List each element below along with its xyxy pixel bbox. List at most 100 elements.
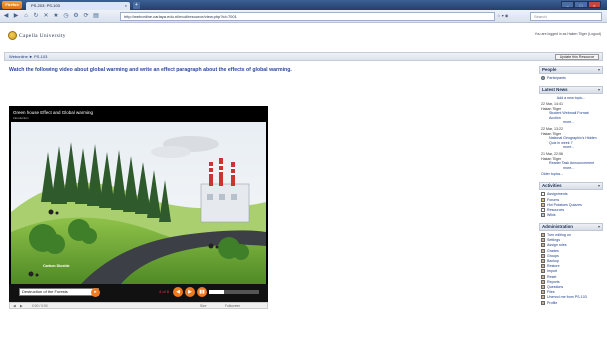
sidebar-item-admin[interactable]: Reset bbox=[541, 274, 601, 279]
sidebar-item-admin[interactable]: Files bbox=[541, 290, 601, 295]
window-controls: – □ × bbox=[561, 1, 601, 9]
sidebar-item-forums[interactable]: Forums bbox=[541, 197, 601, 202]
page-icon[interactable]: ▤ bbox=[93, 13, 99, 20]
assignment-icon bbox=[541, 192, 545, 197]
sidebar-item-label: Participants bbox=[547, 76, 566, 80]
activities-block: Activities ▾ Assignments Forums Hot Pota… bbox=[539, 182, 603, 218]
address-bar[interactable]: http://webonline.carlaya.edu.nl/mod/reso… bbox=[120, 12, 495, 21]
history-icon[interactable]: ◷ bbox=[63, 13, 69, 20]
rss-icon[interactable]: ◉ bbox=[505, 13, 509, 18]
news-item: 21 Mar, 22:56 Hakan Tilger Reader Task A… bbox=[541, 152, 601, 170]
breadcrumb[interactable]: Webonline ► PS-103 bbox=[9, 54, 47, 60]
collapse-icon[interactable]: ▾ bbox=[598, 67, 600, 73]
update-resource-button[interactable]: Update this Resource bbox=[555, 54, 599, 60]
collapse-icon[interactable]: ▾ bbox=[598, 183, 600, 189]
block-title: Latest News ▾ bbox=[539, 86, 603, 94]
refresh-icon[interactable]: ⟳ bbox=[83, 13, 89, 20]
sidebar-item-label: Turn editing on bbox=[547, 233, 571, 238]
sidebar-item-quizzes[interactable]: Hot Potatoes Quizzes bbox=[541, 202, 601, 207]
admin-item-icon bbox=[541, 248, 545, 253]
breadcrumb-bar: Webonline ► PS-103 Update this Resource bbox=[4, 52, 603, 61]
stop-icon[interactable]: ✕ bbox=[43, 13, 49, 20]
login-info[interactable]: You are logged in as Haken Tilger (Logou… bbox=[535, 32, 601, 36]
browser-tab[interactable]: PS-203: PS-103 × bbox=[26, 2, 130, 10]
previous-button[interactable]: ◀ bbox=[173, 287, 183, 297]
admin-item-icon bbox=[541, 259, 545, 263]
admin-item-icon bbox=[541, 274, 545, 279]
minimize-button[interactable]: – bbox=[561, 1, 575, 8]
sidebar-item-admin[interactable]: Unenrol me from PS-103 bbox=[541, 295, 601, 300]
sidebar-item-admin[interactable]: Profile bbox=[541, 300, 601, 305]
play-icon[interactable]: ▶ bbox=[20, 304, 23, 308]
add-topic-link[interactable]: Add a new topic... bbox=[541, 96, 601, 100]
close-tab-icon[interactable]: × bbox=[125, 2, 127, 10]
logo-text: Capella University bbox=[19, 32, 66, 39]
pause-button[interactable]: ▮▮ bbox=[197, 287, 207, 297]
url-actions: ☆ ▾ ◉ bbox=[497, 13, 527, 20]
news-more-link[interactable]: more... bbox=[541, 145, 601, 150]
video-title: Green house Effect and Global warming bbox=[13, 110, 93, 115]
star-icon[interactable]: ☆ bbox=[497, 13, 501, 18]
bookmark-icon[interactable]: ★ bbox=[53, 13, 59, 20]
admin-item-icon bbox=[541, 253, 545, 258]
volume-slider[interactable] bbox=[209, 290, 259, 294]
reload-icon[interactable]: ↻ bbox=[33, 13, 39, 20]
collapse-icon[interactable]: ▾ bbox=[598, 224, 600, 230]
news-more-link[interactable]: more... bbox=[541, 166, 601, 171]
news-author: Hakan Tilger bbox=[541, 131, 562, 136]
play-button[interactable]: ▶ bbox=[185, 287, 195, 297]
player-bar: ◀ ▶ 0:00 / 0:00 Size Fullscreen bbox=[9, 302, 268, 309]
forum-icon bbox=[541, 197, 545, 202]
size-button[interactable]: Size bbox=[200, 304, 206, 308]
sidebar-item-label: Unenrol me from PS-103 bbox=[547, 295, 587, 300]
sidebar-item-label: Reports bbox=[547, 279, 560, 284]
home-icon[interactable]: ⌂ bbox=[23, 13, 29, 20]
fullscreen-button[interactable]: Fullscreen bbox=[225, 304, 240, 308]
rewind-icon[interactable]: ◀ bbox=[13, 304, 16, 308]
sidebar-item-label: Grades bbox=[547, 248, 559, 253]
chapter-go-button[interactable]: ▸ bbox=[91, 288, 100, 297]
admin-item-icon bbox=[541, 279, 545, 284]
close-window-button[interactable]: × bbox=[587, 1, 601, 8]
sidebar-item-admin[interactable]: Groups bbox=[541, 253, 601, 258]
sidebar-item-wikis[interactable]: Wikis bbox=[541, 213, 601, 218]
dropdown-icon[interactable]: ▾ bbox=[502, 13, 504, 18]
news-more-link[interactable]: more... bbox=[541, 120, 601, 125]
browser-titlebar: Firefox PS-203: PS-103 × + – □ × bbox=[0, 0, 607, 10]
video-player[interactable]: Green house Effect and Global warming In… bbox=[9, 106, 268, 302]
site-logo[interactable]: Capella University bbox=[8, 31, 66, 40]
chapter-select[interactable]: Destruction of the Forests bbox=[19, 288, 99, 296]
sidebar-item-admin[interactable]: Questions bbox=[541, 284, 601, 289]
older-topics-link[interactable]: Older topics... bbox=[541, 172, 601, 176]
sidebar-item-admin[interactable]: Settings bbox=[541, 238, 601, 243]
sidebar-item-admin[interactable]: Reports bbox=[541, 279, 601, 284]
browser-menu-button[interactable]: Firefox bbox=[2, 1, 22, 9]
search-input[interactable]: Search bbox=[530, 12, 602, 21]
sidebar-item-admin[interactable]: Import bbox=[541, 269, 601, 274]
back-icon[interactable]: ◀ bbox=[3, 13, 9, 20]
sidebar-item-label: Files bbox=[547, 290, 555, 295]
maximize-button[interactable]: □ bbox=[574, 1, 588, 8]
sidebar-item-admin[interactable]: Assign roles bbox=[541, 243, 601, 248]
tools-icon[interactable]: ⚙ bbox=[73, 13, 79, 20]
news-title: National Geographic's Hidden Quiz in wee… bbox=[549, 136, 597, 145]
playback-buttons: ◀ ▶ ▮▮ bbox=[173, 287, 207, 297]
sidebar-item-admin[interactable]: Backup bbox=[541, 259, 601, 263]
forward-icon[interactable]: ▶ bbox=[13, 13, 19, 20]
sidebar-item-label: Assignments bbox=[547, 192, 568, 197]
collapse-icon[interactable]: ▾ bbox=[598, 87, 600, 93]
sidebar-item-admin[interactable]: Grades bbox=[541, 248, 601, 253]
administration-title: Administration bbox=[542, 224, 573, 230]
sidebar-item-label: Hot Potatoes Quizzes bbox=[547, 202, 582, 207]
sidebar-item-assignments[interactable]: Assignments bbox=[541, 192, 601, 197]
sidebar-item-resources[interactable]: Resources bbox=[541, 207, 601, 212]
new-tab-button[interactable]: + bbox=[133, 2, 140, 9]
sidebar-item-admin[interactable]: Turn editing on bbox=[541, 233, 601, 238]
sidebar-item-participants[interactable]: Participants bbox=[541, 76, 601, 80]
sidebar-item-label: Settings bbox=[547, 238, 560, 243]
news-date: 22 Mar, 13:22 bbox=[541, 126, 563, 131]
admin-item-icon bbox=[541, 300, 545, 305]
sidebar-item-label: Wikis bbox=[547, 213, 556, 218]
admin-item-icon bbox=[541, 269, 545, 274]
sidebar-item-admin[interactable]: Restore bbox=[541, 264, 601, 269]
